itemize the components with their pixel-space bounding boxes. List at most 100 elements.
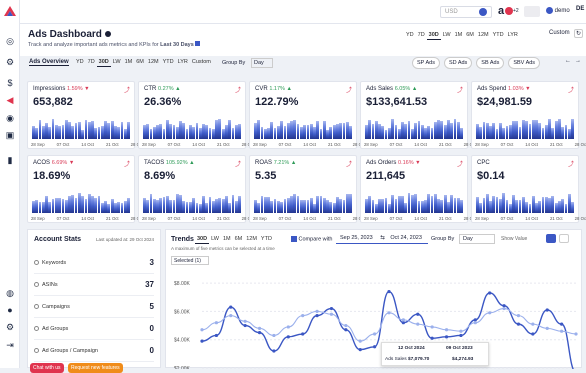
metric-card-ads-sales[interactable]: Ads Sales 6.05% ▲ $133,641.53 ⤴ 28 Sep 07 Oc… (360, 81, 476, 149)
data-point[interactable] (229, 314, 233, 318)
custom-button[interactable]: Custom (549, 30, 570, 36)
cart-icon[interactable]: ▣ (5, 130, 15, 140)
data-point[interactable] (545, 308, 549, 312)
data-point[interactable] (444, 328, 449, 332)
ad-type-filter-sbv-ads[interactable]: SBV Ads (508, 57, 541, 69)
chat-button[interactable]: Chat with us (30, 363, 64, 373)
gear-icon[interactable]: ⚙ (5, 322, 15, 332)
refresh-icon[interactable]: ↻ (574, 29, 583, 38)
data-point[interactable] (329, 306, 334, 311)
data-point[interactable] (459, 333, 463, 338)
scroll-right-icon[interactable]: → (575, 58, 581, 64)
trends-range-tab-1m[interactable]: 1M (221, 235, 233, 243)
data-point[interactable] (257, 331, 262, 335)
metric-card-cvr[interactable]: CVR 1.17% ▲ 122.79% ⤴ 28 Sep 07 Oct 14 Oct 21 … (249, 81, 365, 149)
metric-card-impressions[interactable]: Impressions 1.59% ▼ 653,882 ⤴ 28 Sep 07 Oct 1… (27, 81, 143, 149)
trend-icon[interactable]: ⤴ (346, 85, 352, 94)
data-point[interactable] (516, 322, 521, 326)
tab-ads-overview[interactable]: Ads Overview (29, 59, 69, 66)
data-point[interactable] (430, 325, 434, 329)
logout-icon[interactable]: ⇥ (5, 340, 15, 350)
data-point[interactable] (387, 289, 391, 294)
data-point[interactable] (560, 329, 564, 333)
data-point[interactable] (214, 321, 218, 325)
trend-icon[interactable]: ⤴ (346, 159, 352, 168)
range-tab-1m[interactable]: 1M (453, 31, 465, 39)
data-point[interactable] (416, 322, 420, 326)
data-point[interactable] (473, 318, 477, 322)
data-point[interactable] (315, 314, 319, 318)
data-point[interactable] (416, 312, 420, 316)
table-view-icon[interactable] (559, 234, 569, 243)
data-point[interactable] (229, 305, 233, 309)
data-point[interactable] (502, 306, 506, 311)
support-icon[interactable]: ◍ (5, 288, 15, 298)
trends-range-tab-12m[interactable]: 12M (244, 235, 259, 243)
group-by-select[interactable]: Day (251, 58, 273, 68)
overview-range-tab-6m[interactable]: 6M (134, 58, 146, 66)
range-tab-lw[interactable]: LW (441, 31, 453, 39)
data-point[interactable] (358, 339, 362, 343)
trend-icon[interactable]: ⤴ (235, 85, 241, 94)
trend-icon[interactable]: ⤴ (124, 85, 130, 94)
metric-card-acos[interactable]: ACOS 6.69% ▼ 18.69% ⤴ 28 Sep 07 Oct 14 Oct 21 … (27, 155, 143, 223)
trend-icon[interactable]: ⤴ (568, 159, 574, 168)
trend-icon[interactable]: ⤴ (124, 159, 130, 168)
trends-group-by-select[interactable]: Day (459, 234, 495, 244)
range-tab-6m[interactable]: 6M (464, 31, 476, 39)
overview-range-tab-7d[interactable]: 7D (86, 58, 97, 66)
overview-range-tab-12m[interactable]: 12M (146, 58, 161, 66)
ad-type-filter-sb-ads[interactable]: SB Ads (476, 57, 505, 69)
data-point[interactable] (473, 321, 477, 325)
trend-icon[interactable]: ⤴ (457, 85, 463, 94)
data-point[interactable] (243, 323, 247, 328)
show-value-toggle[interactable]: Show Value (501, 236, 527, 242)
data-point[interactable] (516, 314, 521, 318)
compare-toggle[interactable]: Compare with (291, 236, 332, 242)
metric-select[interactable]: Selected (1) (171, 256, 209, 265)
overview-range-tab-lw[interactable]: LW (111, 58, 123, 66)
data-point[interactable] (243, 319, 247, 323)
range-tab-yd[interactable]: YD (404, 31, 416, 39)
overview-range-tab-yd[interactable]: YD (74, 58, 86, 66)
overview-range-tab-1m[interactable]: 1M (123, 58, 135, 66)
dashboard-icon[interactable]: ◎ (5, 36, 15, 46)
data-point[interactable] (200, 339, 204, 343)
overview-range-tab-30d[interactable]: 30D (96, 58, 111, 67)
chart-type-icon[interactable] (546, 234, 556, 243)
overview-range-tab-custom[interactable]: Custom (190, 58, 213, 66)
trends-range-tab-ytd[interactable]: YTD (259, 235, 274, 243)
metric-card-ctr[interactable]: CTR 0.27% ▲ 26.36% ⤴ 28 Sep 07 Oct 14 Oct 21 O… (138, 81, 254, 149)
range-tab-ytd[interactable]: YTD (491, 31, 506, 39)
data-point[interactable] (214, 333, 218, 338)
data-point[interactable] (272, 349, 276, 353)
scroll-left-icon[interactable]: ← (565, 58, 571, 64)
account-switcher[interactable]: a +2 (498, 5, 522, 19)
trends-range-tab-6m[interactable]: 6M (233, 235, 245, 243)
trend-icon[interactable]: ⤴ (235, 159, 241, 168)
region-code[interactable]: DE (576, 6, 586, 17)
data-point[interactable] (560, 322, 564, 326)
avatar[interactable] (524, 6, 540, 17)
data-point[interactable] (531, 322, 535, 326)
range-tab-12m[interactable]: 12M (476, 31, 491, 39)
trend-icon[interactable]: ⤴ (568, 85, 574, 94)
data-point[interactable] (488, 291, 492, 295)
currency-select[interactable]: USD (440, 6, 492, 18)
request-feature-button[interactable]: Request new features (68, 363, 123, 373)
trends-range-tab-30d[interactable]: 30D (195, 235, 210, 244)
megaphone-icon[interactable]: ◀ (5, 95, 15, 105)
metric-card-ads-spend[interactable]: Ads Spend 1.03% ▼ $24,981.59 ⤴ 28 Sep 07 Oct… (471, 81, 586, 149)
settings-icon[interactable]: ⚙ (5, 57, 15, 67)
bag-icon[interactable]: ▮ (5, 155, 15, 165)
data-point[interactable] (272, 333, 276, 338)
data-point[interactable] (401, 321, 405, 325)
data-point[interactable] (315, 309, 319, 313)
ad-type-filter-sd-ads[interactable]: SD Ads (443, 57, 473, 69)
trends-range-tab-lw[interactable]: LW (209, 235, 221, 243)
data-point[interactable] (344, 328, 348, 332)
data-point[interactable] (344, 323, 348, 328)
metric-card-cpc[interactable]: CPC $0.14 ⤴ 28 Sep 07 Oct 14 Oct 21 Oct 28 Oct (471, 155, 586, 223)
data-point[interactable] (358, 348, 362, 352)
dollar-icon[interactable]: $ (5, 78, 15, 88)
